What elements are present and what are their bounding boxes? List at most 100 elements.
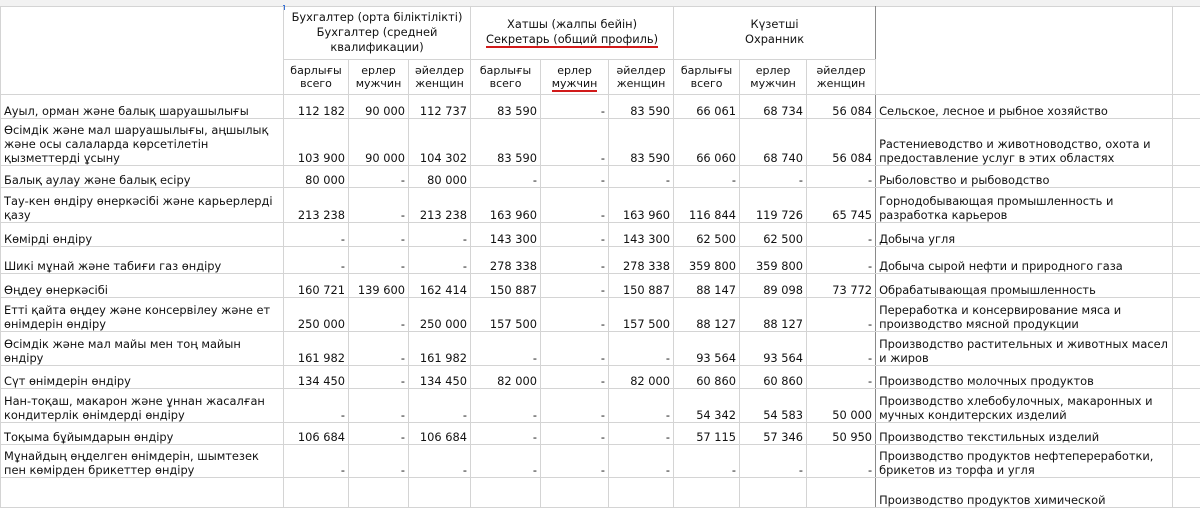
value-cell: 54 342 — [673, 387, 741, 423]
value-cell: - — [283, 221, 349, 247]
value-cell: - — [283, 443, 349, 478]
subheader-ru: всего — [300, 76, 332, 90]
subheader-ru: мужчин — [750, 76, 796, 90]
value-cell: 359 800 — [673, 245, 741, 274]
value-cell: 278 338 — [470, 245, 542, 274]
value-cell: - — [540, 117, 610, 166]
group-header-ru: Охранник — [745, 32, 805, 47]
row-label-kz: Шикі мұнай және табиғи газ өндіру — [0, 245, 284, 274]
table-row: Тоқыма бұйымдарын өндіру 106 684-106 684-… — [0, 421, 1200, 445]
value-cell: 134 450 — [407, 364, 472, 389]
group-header-kz: Бухгалтер (орта біліктілікті) — [291, 9, 463, 24]
blank-cell — [1172, 476, 1200, 508]
value-cell: 112 182 — [283, 93, 349, 119]
value-cell: 83 590 — [470, 93, 542, 119]
subheader-women: әйелдер женщин — [608, 58, 675, 95]
value-cell: 93 564 — [673, 330, 741, 366]
table-row: Өсімдік және мал шаруашылығы, аңшылық жә… — [0, 117, 1200, 166]
value-cell: 50 000 — [806, 387, 877, 423]
subheader-ru: всего — [690, 76, 723, 90]
value-cell: 68 740 — [739, 117, 808, 166]
blank-cell — [1172, 364, 1200, 389]
subheader-kz: ерлер — [361, 63, 396, 77]
subheader-total: барлығы всего — [470, 58, 542, 95]
value-cell: 56 084 — [806, 93, 877, 119]
value-cell: - — [806, 330, 877, 366]
value-cell: 157 500 — [470, 296, 542, 332]
row-label-kz: Ауыл, орман және балық шаруашылығы — [0, 93, 284, 119]
value-cell: - — [540, 93, 610, 119]
subheader-ru: мужчин — [544, 76, 605, 92]
value-cell: 157 500 — [608, 296, 675, 332]
value-cell: 60 860 — [739, 364, 808, 389]
subheader-women: әйелдер женщин — [407, 58, 472, 95]
value-cell: - — [348, 330, 409, 366]
value-cell: - — [739, 443, 808, 478]
table-row: Производство продуктов химической — [0, 476, 1200, 508]
blank-cell — [1172, 330, 1200, 366]
subheader-total: барлығы всего — [283, 58, 349, 95]
value-cell: 82 000 — [470, 364, 542, 389]
group-header-kz: Хатшы (жалпы бейін) — [507, 17, 638, 32]
value-cell: 116 844 — [673, 186, 741, 223]
value-cell: - — [540, 245, 610, 274]
red-underline-text: мужчин — [551, 76, 598, 92]
value-cell: 160 721 — [283, 272, 349, 298]
value-cell — [739, 476, 808, 508]
value-cell: - — [348, 245, 409, 274]
value-cell: - — [407, 443, 472, 478]
value-cell: 93 564 — [739, 330, 808, 366]
table-row: Өсімдік және мал майы мен тоң майын өнді… — [0, 330, 1200, 366]
value-cell: 66 060 — [673, 117, 741, 166]
value-cell: 134 450 — [283, 364, 349, 389]
value-cell: 90 000 — [348, 93, 409, 119]
value-cell: - — [470, 164, 542, 188]
value-cell: - — [540, 186, 610, 223]
value-cell: - — [407, 387, 472, 423]
value-cell: 143 300 — [470, 221, 542, 247]
value-cell: 88 127 — [739, 296, 808, 332]
value-cell: - — [348, 164, 409, 188]
subheader-ru: женщин — [415, 76, 464, 90]
group-header-row: Бухгалтер (орта біліктілікті) Бухгалтер … — [0, 6, 1200, 95]
value-cell: - — [540, 164, 610, 188]
value-cell: 161 982 — [283, 330, 349, 366]
value-cell: 62 500 — [739, 221, 808, 247]
row-label-kz: Балық аулау және балық есіру — [0, 164, 284, 188]
value-cell: - — [806, 245, 877, 274]
value-cell: 106 684 — [407, 421, 472, 445]
spreadsheet: Бухгалтер (орта біліктілікті) Бухгалтер … — [0, 0, 1200, 511]
value-cell: - — [470, 421, 542, 445]
row-label-kz: Тау-кен өндіру өнеркәсібі және карьерлер… — [0, 186, 284, 223]
value-cell: 82 000 — [608, 364, 675, 389]
value-cell: - — [608, 421, 675, 445]
blank-cell — [1172, 296, 1200, 332]
blank-cell — [1172, 186, 1200, 223]
group-header-guard: Күзетші Охранник — [673, 6, 877, 60]
value-cell: 73 772 — [806, 272, 877, 298]
subheader-kz: барлығы — [680, 63, 733, 77]
value-cell: - — [608, 164, 675, 188]
row-label-kz: Сүт өнімдерін өндіру — [0, 364, 284, 389]
value-cell: 106 684 — [283, 421, 349, 445]
row-label-kz: Көмірді өндіру — [0, 221, 284, 247]
value-cell: 88 127 — [673, 296, 741, 332]
blank-cell — [1172, 387, 1200, 423]
value-cell — [407, 476, 472, 508]
subheader-kz: әйелдер — [816, 63, 866, 77]
row-label-ru: Производство продуктов нефтепереработки,… — [875, 443, 1174, 478]
subheader-ru: всего — [489, 76, 522, 90]
subheader-kz: ерлер — [557, 63, 592, 77]
value-cell: 83 590 — [470, 117, 542, 166]
value-cell: - — [806, 296, 877, 332]
subheader-kz: әйелдер — [616, 63, 666, 77]
value-cell: 57 115 — [673, 421, 741, 445]
value-cell: 161 982 — [407, 330, 472, 366]
value-cell: - — [540, 296, 610, 332]
value-cell: 213 238 — [407, 186, 472, 223]
value-cell: 150 887 — [608, 272, 675, 298]
value-cell: 250 000 — [407, 296, 472, 332]
row-label-ru: Производство хлебобулочных, макаронных и… — [875, 387, 1174, 423]
subheader-men: ерлер мужчин — [739, 58, 808, 95]
value-cell: 80 000 — [407, 164, 472, 188]
